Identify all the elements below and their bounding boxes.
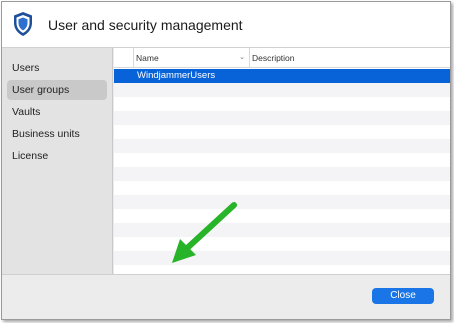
empty-row xyxy=(114,223,450,237)
table-rows: WindjammerUsers xyxy=(114,69,450,293)
empty-row xyxy=(114,111,450,125)
sidebar-item-user-groups[interactable]: User groups xyxy=(7,80,107,100)
dialog-footer: Close xyxy=(2,274,450,319)
empty-row xyxy=(114,209,450,223)
empty-row xyxy=(114,97,450,111)
chevron-down-icon: ⌄ xyxy=(239,54,245,61)
table-row[interactable]: WindjammerUsers xyxy=(114,69,450,83)
shield-icon xyxy=(14,12,32,36)
user-groups-list: Name ⌄ Description WindjammerUsers xyxy=(114,48,450,293)
row-name-cell: WindjammerUsers xyxy=(137,70,216,81)
dialog-window: User and security management Users User … xyxy=(1,1,451,320)
empty-row xyxy=(114,167,450,181)
dialog-header: User and security management xyxy=(2,2,450,48)
empty-row xyxy=(114,251,450,265)
column-header-name[interactable]: Name ⌄ xyxy=(136,48,250,68)
empty-row xyxy=(114,195,450,209)
dialog-title: User and security management xyxy=(48,17,243,33)
column-header-name-label: Name xyxy=(136,53,159,63)
empty-row xyxy=(114,125,450,139)
close-button[interactable]: Close xyxy=(372,288,434,304)
empty-row xyxy=(114,237,450,251)
column-header-description[interactable]: Description xyxy=(252,48,295,68)
empty-row xyxy=(114,181,450,195)
dialog-content: Users User groups Vaults Business units … xyxy=(2,48,450,319)
empty-row xyxy=(114,83,450,97)
sidebar: Users User groups Vaults Business units … xyxy=(2,48,113,274)
sidebar-item-business-units[interactable]: Business units xyxy=(7,124,107,144)
empty-row xyxy=(114,153,450,167)
sidebar-item-vaults[interactable]: Vaults xyxy=(7,102,107,122)
row-gutter-header xyxy=(114,48,134,68)
sidebar-item-users[interactable]: Users xyxy=(7,58,107,78)
column-header-row: Name ⌄ Description xyxy=(114,48,450,68)
sidebar-item-license[interactable]: License xyxy=(7,146,107,166)
empty-row xyxy=(114,139,450,153)
